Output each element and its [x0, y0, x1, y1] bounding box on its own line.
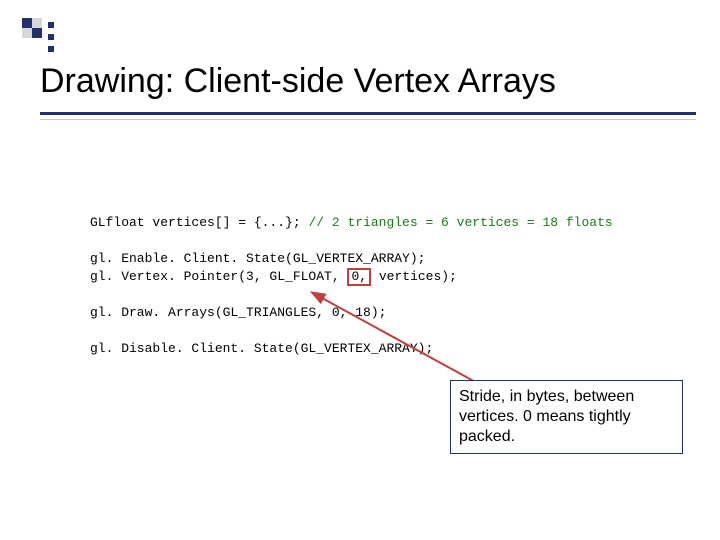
corner-decor: [22, 18, 42, 38]
decor-bullet: [48, 22, 54, 28]
code-text: gl. Vertex. Pointer(3, GL_FLOAT,: [90, 269, 347, 284]
code-line: gl. Enable. Client. State(GL_VERTEX_ARRA…: [90, 250, 613, 268]
code-blank: [90, 232, 613, 250]
decor-bullets: [48, 22, 54, 52]
slide: Drawing: Client-side Vertex Arrays GLflo…: [0, 0, 720, 540]
decor-bullet: [48, 34, 54, 40]
code-text: GLfloat vertices[] = {...};: [90, 215, 308, 230]
callout-box: Stride, in bytes, between vertices. 0 me…: [450, 380, 683, 454]
code-text: vertices);: [371, 269, 457, 284]
callout-text: Stride, in bytes, between vertices. 0 me…: [459, 388, 634, 445]
title-rule: [40, 112, 696, 120]
decor-square: [32, 18, 42, 28]
slide-title: Drawing: Client-side Vertex Arrays: [40, 62, 556, 101]
decor-bullet: [48, 46, 54, 52]
code-line: gl. Vertex. Pointer(3, GL_FLOAT, 0, vert…: [90, 268, 613, 286]
code-line: GLfloat vertices[] = {...}; // 2 triangl…: [90, 214, 613, 232]
decor-square: [22, 28, 32, 38]
decor-square: [22, 18, 32, 28]
code-comment: // 2 triangles = 6 vertices = 18 floats: [308, 215, 612, 230]
stride-highlight: 0,: [347, 268, 371, 286]
decor-square: [32, 28, 42, 38]
